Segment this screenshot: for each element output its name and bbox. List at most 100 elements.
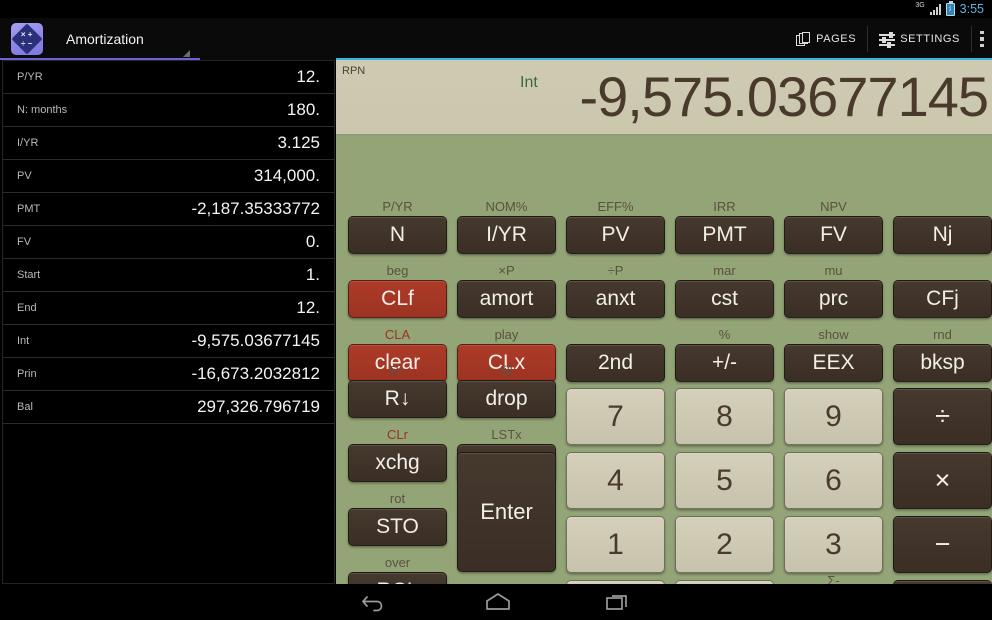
key-amort[interactable]: amort: [457, 280, 556, 318]
key-xchg[interactable]: xchg: [348, 444, 447, 482]
page-title[interactable]: Amortization: [66, 31, 144, 47]
key-×[interactable]: ×: [893, 452, 992, 509]
value-row-label: N: months: [17, 104, 68, 116]
value-row-label: Bal: [17, 401, 33, 413]
amortization-values-list[interactable]: P/YR 12. N: months 180. I/YR 3.125 PV 314,000. P…: [2, 60, 335, 584]
action-bar: × + ÷ − Amortization PAGES SETTINGS: [0, 18, 992, 60]
value-row-value: 314,000.: [253, 166, 320, 185]
key-shift-label: IRR: [713, 199, 736, 214]
key-6[interactable]: 6: [784, 452, 883, 509]
value-row[interactable]: P/YR 12.: [3, 61, 334, 94]
key-−[interactable]: −: [893, 516, 992, 573]
rpn-mode-label: RPN: [342, 65, 366, 77]
key-CFj[interactable]: CFj: [893, 280, 992, 318]
key-prc[interactable]: prc: [784, 280, 883, 318]
value-row[interactable]: Int -9,575.03677145: [3, 325, 334, 358]
key-2[interactable]: 2: [675, 516, 774, 573]
key-1[interactable]: 1: [566, 516, 665, 573]
app-icon-glyph-row1: × +: [21, 29, 33, 39]
status-bar: 3G 3:55: [0, 0, 992, 18]
key-7[interactable]: 7: [566, 388, 665, 445]
settings-sliders-icon: [879, 32, 896, 48]
value-row-label: PV: [17, 170, 32, 182]
value-row[interactable]: Prin -16,673.2032812: [3, 358, 334, 391]
key-shift-label: over: [384, 555, 411, 570]
key-CLf[interactable]: CLf: [348, 280, 447, 318]
value-row[interactable]: FV 0.: [3, 226, 334, 259]
value-row-value: -9,575.03677145: [191, 331, 320, 350]
pages-stack-icon: [796, 31, 811, 47]
value-row-label: End: [17, 302, 37, 314]
value-row-value: 12.: [296, 67, 320, 86]
pages-button[interactable]: PAGES: [785, 18, 867, 60]
value-row-label: FV: [17, 236, 32, 248]
value-row-value: 180.: [286, 100, 320, 119]
key-8[interactable]: 8: [675, 388, 774, 445]
key-+/-[interactable]: +/-: [675, 344, 774, 382]
value-row[interactable]: End 12.: [3, 292, 334, 325]
key-shift-label: LSTx: [491, 427, 522, 442]
value-row-label: Int: [17, 335, 30, 347]
value-row-label: PMT: [17, 203, 41, 215]
key-shift-label: NPV: [820, 199, 847, 214]
key-9[interactable]: 9: [784, 388, 883, 445]
key-5[interactable]: 5: [675, 452, 774, 509]
key-shift-label: R↑: [389, 363, 406, 378]
value-row[interactable]: Bal 297,326.796719: [3, 391, 334, 424]
overflow-menu-icon[interactable]: [972, 30, 992, 48]
key-shift-label: play: [494, 327, 519, 342]
value-row-value: 1.: [305, 265, 320, 284]
key-PV[interactable]: PV: [566, 216, 665, 254]
value-row[interactable]: PV 314,000.: [3, 160, 334, 193]
key-2nd[interactable]: 2nd: [566, 344, 665, 382]
calculator-app-icon[interactable]: × + ÷ −: [11, 23, 43, 55]
settings-button[interactable]: SETTINGS: [868, 18, 971, 60]
value-row-label: I/YR: [17, 137, 39, 149]
key-÷[interactable]: ÷: [893, 388, 992, 445]
value-row-value: -16,673.2032812: [191, 364, 320, 383]
network-type-label: 3G: [915, 1, 925, 9]
value-row-value: -2,187.35333772: [191, 199, 320, 218]
key-shift-label: P/YR: [382, 199, 413, 214]
key-shift-label: show: [818, 327, 849, 342]
key-R↓[interactable]: R↓: [348, 380, 447, 418]
dropdown-spinner-triangle-icon[interactable]: [183, 50, 190, 57]
key-EEX[interactable]: EEX: [784, 344, 883, 382]
app-icon-glyph-row2: ÷ −: [21, 38, 33, 48]
key-shift-label: %: [718, 327, 731, 342]
key-STO[interactable]: STO: [348, 508, 447, 546]
value-row-value: 3.125: [277, 133, 320, 152]
display-register-tag: Int: [520, 74, 538, 91]
key-shift-label: fill: [500, 363, 513, 378]
value-row[interactable]: I/YR 3.125: [3, 127, 334, 160]
key-I/YR[interactable]: I/YR: [457, 216, 556, 254]
home-icon[interactable]: [483, 592, 510, 612]
value-row[interactable]: PMT -2,187.35333772: [3, 193, 334, 226]
key-Nj[interactable]: Nj: [893, 216, 992, 254]
recent-apps-icon[interactable]: [605, 592, 631, 612]
value-row-label: Prin: [17, 368, 37, 380]
key-shift-label: beg: [386, 263, 409, 278]
key-bksp[interactable]: bksp: [893, 344, 992, 382]
calculator-panel: RPN Int -9,575.03677145 P/YR N NOM% I/YR EFF…: [336, 58, 992, 620]
calculator-display[interactable]: RPN Int -9,575.03677145: [336, 60, 992, 136]
app-icon-glyphs: × + ÷ −: [17, 29, 37, 48]
key-drop[interactable]: drop: [457, 380, 556, 418]
value-row-label: P/YR: [17, 71, 43, 83]
key-3[interactable]: 3: [784, 516, 883, 573]
key-FV[interactable]: FV: [784, 216, 883, 254]
key-PMT[interactable]: PMT: [675, 216, 774, 254]
settings-button-label: SETTINGS: [900, 33, 960, 45]
app-icon-diamond: × + ÷ −: [11, 23, 43, 55]
key-N[interactable]: N: [348, 216, 447, 254]
key-shift-label: EFF%: [597, 199, 634, 214]
back-arrow-icon[interactable]: [361, 592, 387, 612]
key-Enter[interactable]: Enter: [457, 452, 556, 572]
key-cst[interactable]: cst: [675, 280, 774, 318]
screen-root: 3G 3:55 × + ÷ − Amortization PAGES SETTI…: [0, 0, 992, 620]
battery-charging-icon: [945, 0, 955, 16]
value-row[interactable]: N: months 180.: [3, 94, 334, 127]
key-4[interactable]: 4: [566, 452, 665, 509]
key-anxt[interactable]: anxt: [566, 280, 665, 318]
value-row[interactable]: Start 1.: [3, 259, 334, 292]
